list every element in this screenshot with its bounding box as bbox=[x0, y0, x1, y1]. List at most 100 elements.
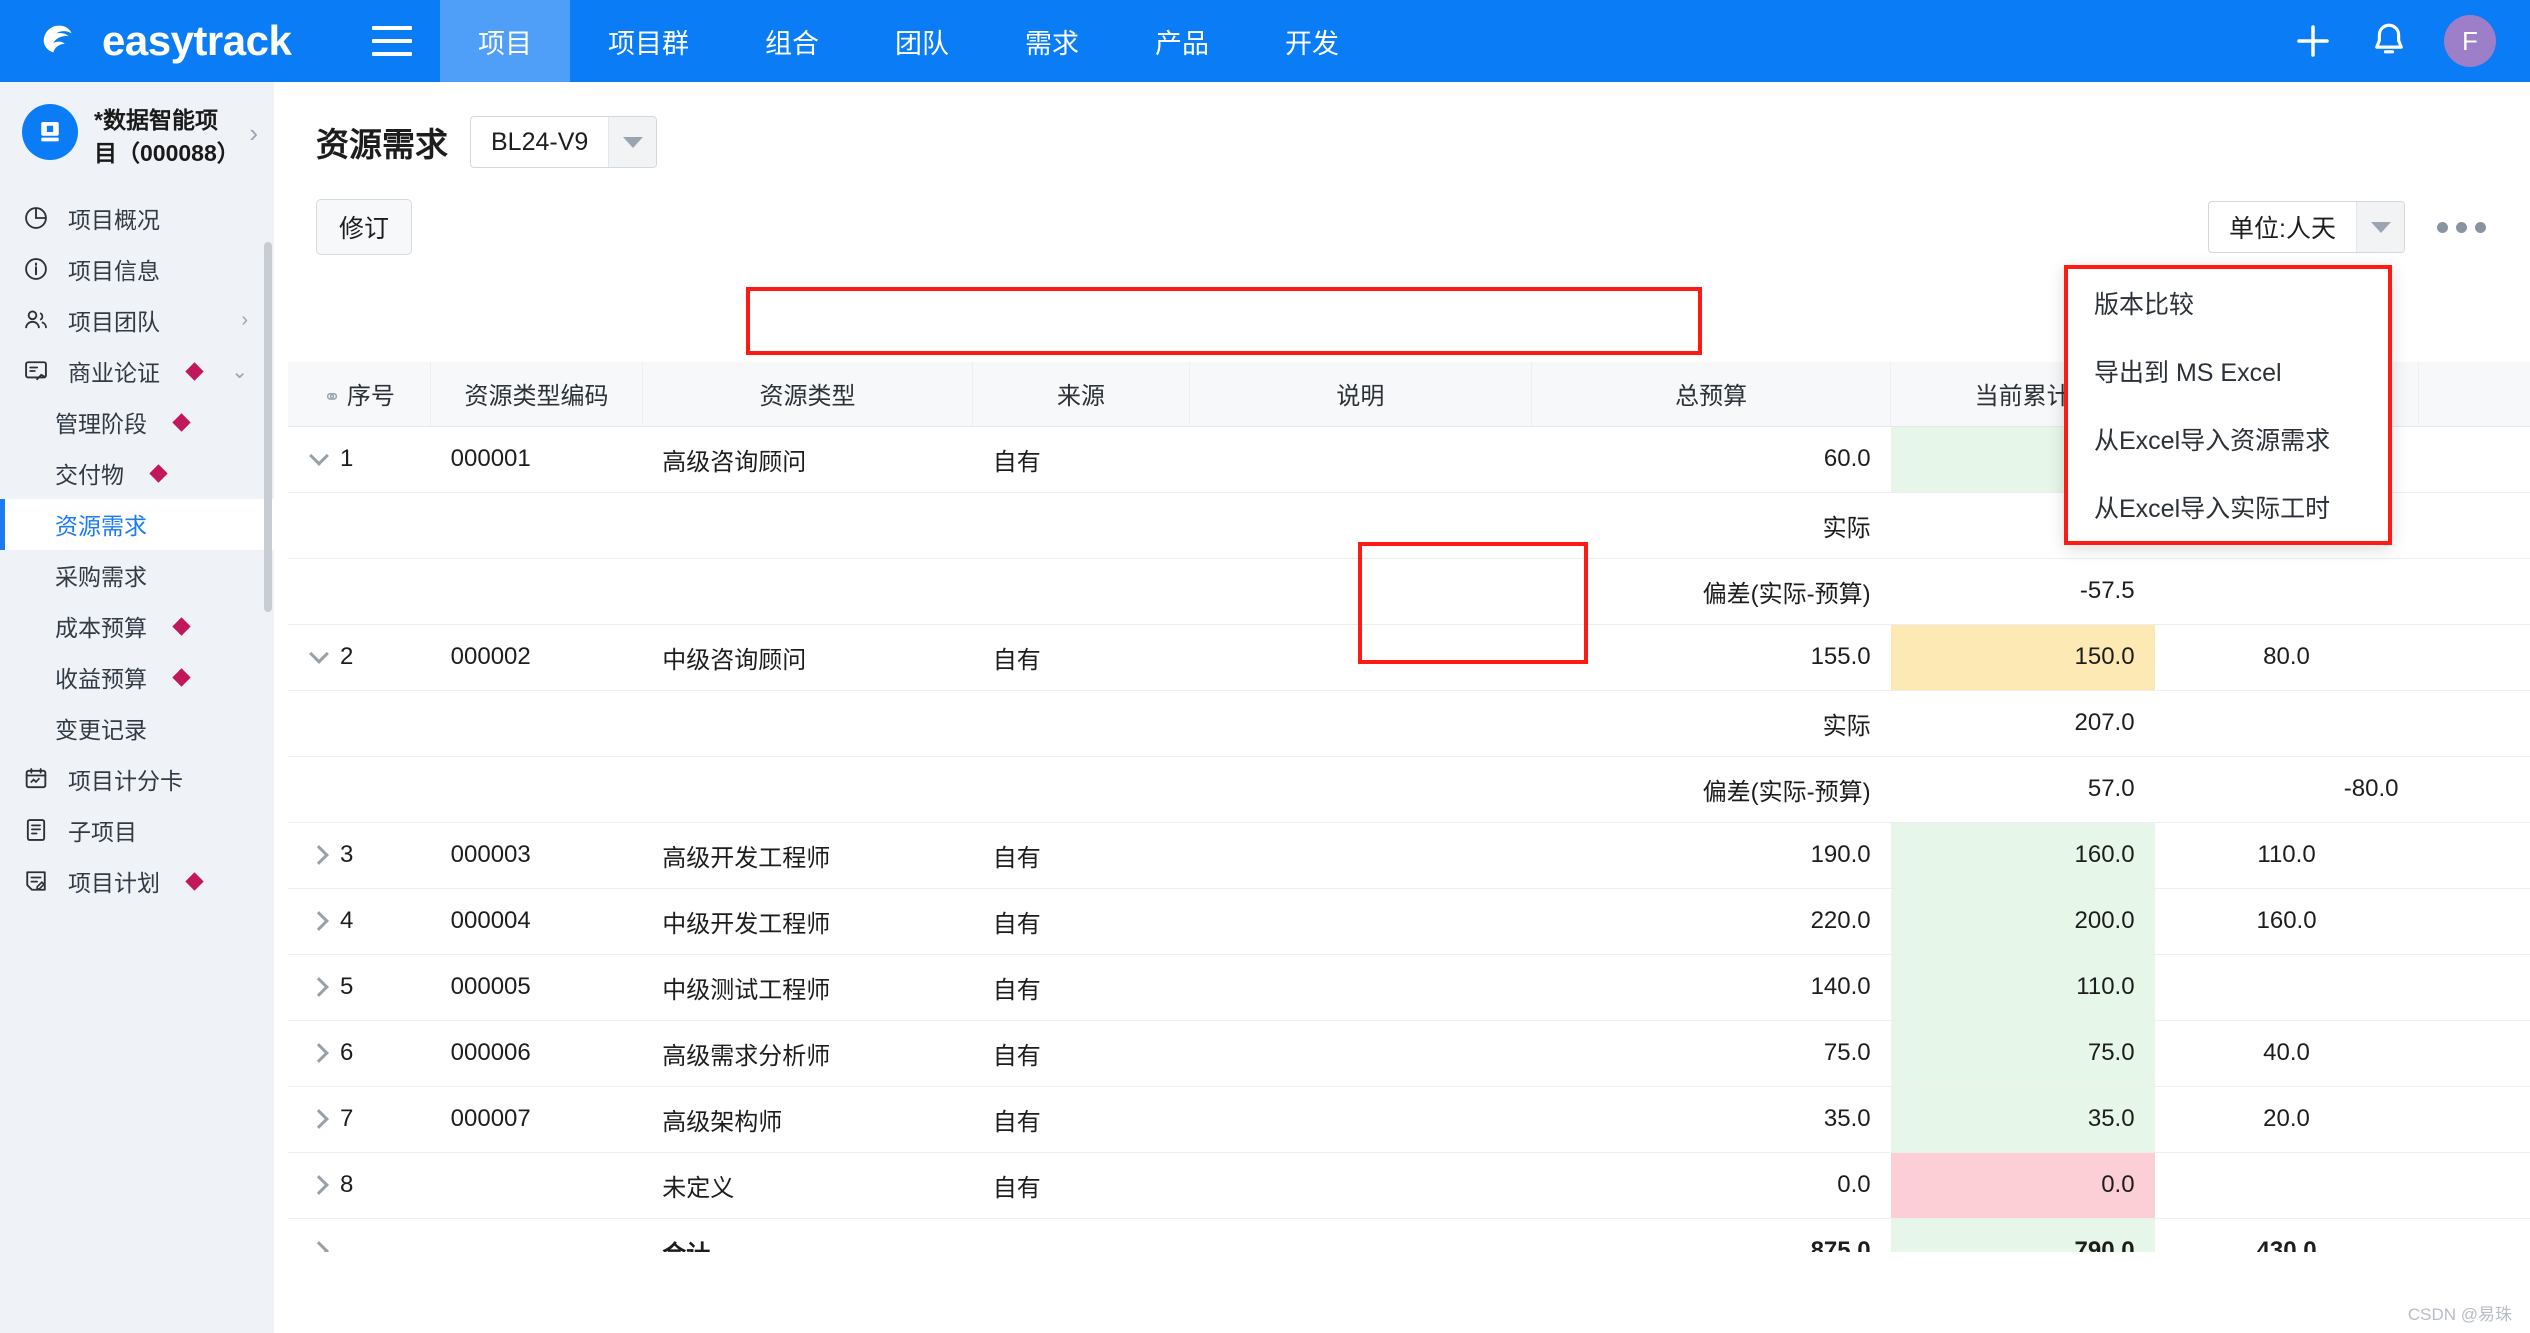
top-bar: easytrack 项目 项目群 组合 团队 需求 产品 开发 F bbox=[0, 0, 2530, 82]
cell-source: 自有 bbox=[972, 1020, 1190, 1087]
required-flag-icon bbox=[149, 463, 168, 483]
cell-source bbox=[972, 756, 1190, 823]
revise-button[interactable]: 修订 bbox=[316, 199, 413, 255]
ellipsis-icon[interactable] bbox=[2427, 212, 2496, 243]
sidebar-item-project-plan[interactable]: 项目计划 bbox=[0, 856, 274, 907]
table-row[interactable]: 5 000005 中级测试工程师 自有 140.0 110.0 80 bbox=[288, 954, 2530, 1021]
sidebar-item-project-team[interactable]: 项目团队 › bbox=[0, 295, 274, 346]
sidebar-item-cost-budget[interactable]: 成本预算 bbox=[0, 601, 274, 652]
sidebar-item-benefit-budget[interactable]: 收益预算 bbox=[0, 652, 274, 703]
cell-seq[interactable]: 8 bbox=[288, 1152, 431, 1219]
tab-chanpin[interactable]: 产品 bbox=[1117, 0, 1247, 82]
tab-kaifa[interactable]: 开发 bbox=[1247, 0, 1377, 82]
col-header-description[interactable]: 说明 bbox=[1189, 362, 1533, 427]
cell-description bbox=[1189, 426, 1532, 493]
sidebar-item-label: 成本预算 bbox=[55, 615, 147, 642]
sidebar-item-scorecard[interactable]: 项目计分卡 bbox=[0, 754, 274, 805]
sidebar-item-label: 资源需求 bbox=[55, 513, 147, 540]
cell-n1 bbox=[2154, 690, 2419, 757]
cell-n1: 430.0 bbox=[2154, 1218, 2419, 1252]
unit-select[interactable]: 单位:人天 bbox=[2208, 201, 2405, 253]
avatar[interactable]: F bbox=[2444, 15, 2496, 67]
col-header-total-budget[interactable]: 总预算 bbox=[1531, 362, 1892, 427]
sidebar-item-procurement-demand[interactable]: 采购需求 bbox=[0, 550, 274, 601]
tab-xiangmuqun[interactable]: 项目群 bbox=[570, 0, 727, 82]
cell-seq[interactable] bbox=[288, 1218, 431, 1252]
plus-icon[interactable] bbox=[2292, 20, 2334, 62]
sidebar-item-label: 项目计分卡 bbox=[68, 768, 183, 795]
chevron-right-icon[interactable]: › bbox=[249, 104, 258, 149]
table-row[interactable]: 2 000002 中级咨询顾问 自有 155.0 150.0 80.0 10 bbox=[288, 624, 2530, 691]
pin-icon: ⚭ bbox=[323, 386, 341, 410]
cell-seq[interactable]: 4 bbox=[288, 888, 431, 955]
table-row[interactable]: 7 000007 高级架构师 自有 35.0 35.0 20.0 bbox=[288, 1086, 2530, 1153]
tab-tuandui[interactable]: 团队 bbox=[857, 0, 987, 82]
sidebar-item-resource-demand[interactable]: 资源需求 bbox=[0, 498, 274, 550]
cell-code: 000004 bbox=[430, 888, 643, 955]
sidebar-item-deliverables[interactable]: 交付物 bbox=[0, 448, 274, 499]
chevron-right-icon[interactable]: › bbox=[241, 309, 248, 332]
chevron-right-icon[interactable] bbox=[309, 1043, 329, 1063]
table-total-row[interactable]: 合计 875.0 790.0 430.0 105 bbox=[288, 1218, 2530, 1252]
more-actions-menu: 版本比较 导出到 MS Excel 从Excel导入资源需求 从Excel导入实… bbox=[2064, 265, 2392, 545]
cell-current-cumulative: 35.0 bbox=[1890, 1086, 2155, 1153]
sidebar-item-project-info[interactable]: 项目信息 bbox=[0, 244, 274, 295]
version-select[interactable]: BL24-V9 bbox=[470, 116, 658, 168]
col-header-code[interactable]: 资源类型编码 bbox=[430, 362, 643, 427]
chevron-right-icon[interactable] bbox=[309, 977, 329, 997]
table-row[interactable]: 8 未定义 自有 0.0 0.0 bbox=[288, 1152, 2530, 1219]
cell-n2: 10 bbox=[2418, 558, 2530, 625]
tab-xiangmu[interactable]: 项目 bbox=[440, 0, 570, 82]
sidebar-item-management-stage[interactable]: 管理阶段 bbox=[0, 397, 274, 448]
cell-seq[interactable]: 1 bbox=[288, 426, 431, 493]
top-right-actions: F bbox=[2292, 0, 2530, 82]
chevron-right-icon[interactable] bbox=[309, 1175, 329, 1195]
cell-seq[interactable]: 5 bbox=[288, 954, 431, 1021]
cell-seq[interactable]: 7 bbox=[288, 1086, 431, 1153]
cell-current-cumulative: 207.0 bbox=[1890, 690, 2155, 757]
table-row[interactable]: 4 000004 中级开发工程师 自有 220.0 200.0 160.0 bbox=[288, 888, 2530, 955]
cell-code bbox=[430, 756, 643, 823]
chevron-right-icon[interactable] bbox=[309, 1109, 329, 1129]
table-row[interactable]: 3 000003 高级开发工程师 自有 190.0 160.0 110.0 bbox=[288, 822, 2530, 889]
sidebar-item-subproject[interactable]: 子项目 bbox=[0, 805, 274, 856]
list-icon bbox=[26, 819, 46, 842]
chevron-down-icon[interactable] bbox=[309, 644, 329, 664]
sidebar-item-business-case[interactable]: 商业论证 ⌄ bbox=[0, 346, 274, 397]
sidebar-item-change-log[interactable]: 变更记录 bbox=[0, 703, 274, 754]
cell-total-budget: 875.0 bbox=[1531, 1218, 1891, 1252]
cell-total-budget: 75.0 bbox=[1531, 1020, 1891, 1087]
chevron-down-icon[interactable]: ⌄ bbox=[231, 359, 248, 384]
col-header-seq[interactable]: ⚭ 序号 bbox=[288, 362, 432, 427]
cell-n1: 20.0 bbox=[2154, 1086, 2419, 1153]
cell-n1: 40.0 bbox=[2154, 1020, 2419, 1087]
table-row[interactable]: 6 000006 高级需求分析师 自有 75.0 75.0 40.0 bbox=[288, 1020, 2530, 1087]
cell-seq[interactable]: 2 bbox=[288, 624, 431, 691]
tab-xuqiu[interactable]: 需求 bbox=[987, 0, 1117, 82]
brand-logo-area[interactable]: easytrack bbox=[0, 0, 440, 82]
menu-item-version-compare[interactable]: 版本比较 bbox=[2068, 269, 2388, 337]
col-header-source[interactable]: 来源 bbox=[972, 362, 1190, 427]
cell-seq[interactable]: 3 bbox=[288, 822, 431, 889]
menu-item-export-excel[interactable]: 导出到 MS Excel bbox=[2068, 337, 2388, 405]
menu-item-import-actual-hours[interactable]: 从Excel导入实际工时 bbox=[2068, 473, 2388, 541]
chevron-right-icon[interactable] bbox=[309, 845, 329, 865]
tab-zuhe[interactable]: 组合 bbox=[727, 0, 857, 82]
chevron-down-icon[interactable] bbox=[309, 446, 329, 466]
sidebar-item-label: 子项目 bbox=[68, 819, 137, 846]
cell-n2: 10 bbox=[2418, 624, 2530, 691]
hamburger-icon[interactable] bbox=[372, 26, 412, 56]
cell-source bbox=[972, 558, 1190, 625]
menu-item-import-resource-demand[interactable]: 从Excel导入资源需求 bbox=[2068, 405, 2388, 473]
chevron-right-icon[interactable] bbox=[309, 911, 329, 931]
sidebar-item-project-overview[interactable]: 项目概况 bbox=[0, 193, 274, 244]
tab-label: 团队 bbox=[895, 28, 949, 59]
sidebar-scrollbar[interactable] bbox=[264, 242, 272, 612]
project-header[interactable]: *数据智能项目（000088） › bbox=[0, 82, 274, 193]
chevron-right-icon[interactable] bbox=[309, 1241, 329, 1252]
bell-icon[interactable] bbox=[2368, 20, 2410, 62]
cell-seq[interactable]: 6 bbox=[288, 1020, 431, 1087]
col-header-resource-type[interactable]: 资源类型 bbox=[642, 362, 974, 427]
col-header-research[interactable]: 研 bbox=[2418, 362, 2530, 427]
cell-current-cumulative: 200.0 bbox=[1890, 888, 2155, 955]
